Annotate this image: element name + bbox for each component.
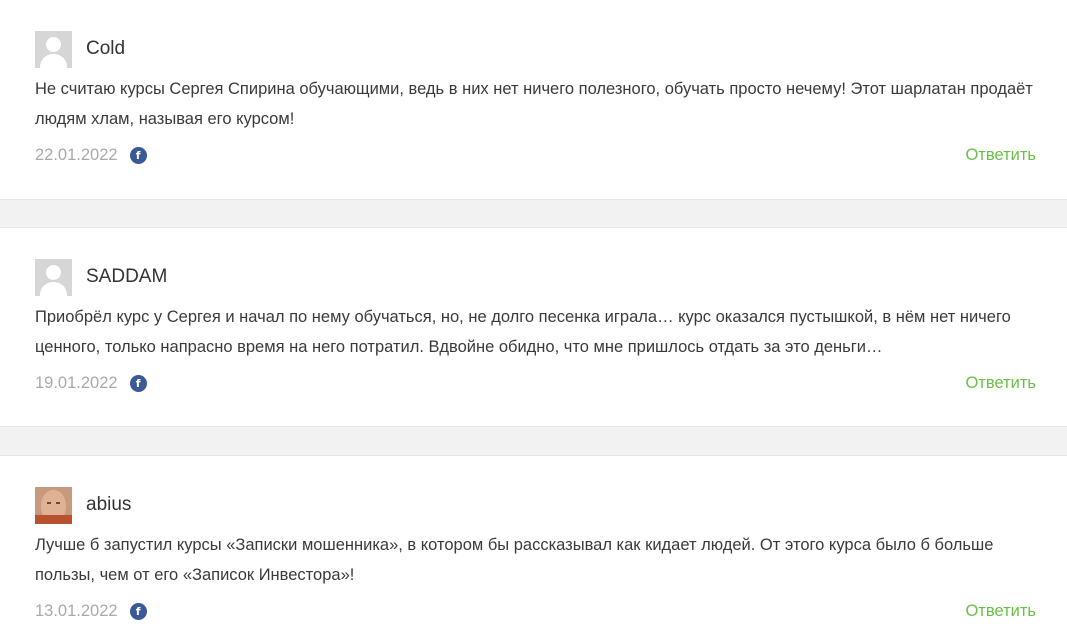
avatar-shoulders-shape <box>40 281 67 296</box>
reply-button[interactable]: Ответить <box>965 371 1036 395</box>
comment-author: Cold <box>86 38 126 59</box>
avatar-eye-shape <box>47 501 51 504</box>
comment-meta: 13.01.2022 f <box>35 599 147 623</box>
avatar-shirt-shape <box>35 514 72 524</box>
facebook-icon[interactable]: f <box>129 146 147 164</box>
comment-meta: 19.01.2022 f <box>35 371 147 395</box>
avatar <box>35 486 72 524</box>
comment-date: 13.01.2022 <box>35 601 118 620</box>
comment-author: SADDAM <box>86 266 168 287</box>
comment-card: Cold Не считаю курсы Сергея Спирина обуч… <box>0 0 1067 200</box>
comment-header: Cold <box>35 30 125 68</box>
comment-text: Не считаю курсы Сергея Спирина обучающим… <box>35 80 1033 128</box>
comment-date: 22.01.2022 <box>35 145 118 164</box>
avatar-eye-shape <box>56 501 60 504</box>
comment-text: Приобрёл курс у Сергея и начал по нему о… <box>35 308 1011 356</box>
reply-button[interactable]: Ответить <box>965 143 1036 167</box>
avatar <box>35 30 72 68</box>
comment-text: Лучше б запустил курсы «Записки мошенник… <box>35 536 994 584</box>
comment-header: abius <box>35 486 131 524</box>
comment-header: SADDAM <box>35 258 167 296</box>
comment-author: abius <box>86 494 132 515</box>
facebook-icon[interactable]: f <box>129 602 147 620</box>
reply-button[interactable]: Ответить <box>965 599 1036 623</box>
facebook-icon[interactable]: f <box>129 374 147 392</box>
comment-card: SADDAM Приобрёл курс у Сергея и начал по… <box>0 227 1067 427</box>
comment-meta: 22.01.2022 f <box>35 143 147 167</box>
avatar-head-shape <box>46 36 61 52</box>
comment-card: abius Лучше б запустил курсы «Записки мо… <box>0 455 1067 631</box>
comment-date: 19.01.2022 <box>35 373 118 392</box>
avatar <box>35 258 72 296</box>
avatar-shoulders-shape <box>40 53 67 68</box>
avatar-head-shape <box>46 264 61 280</box>
